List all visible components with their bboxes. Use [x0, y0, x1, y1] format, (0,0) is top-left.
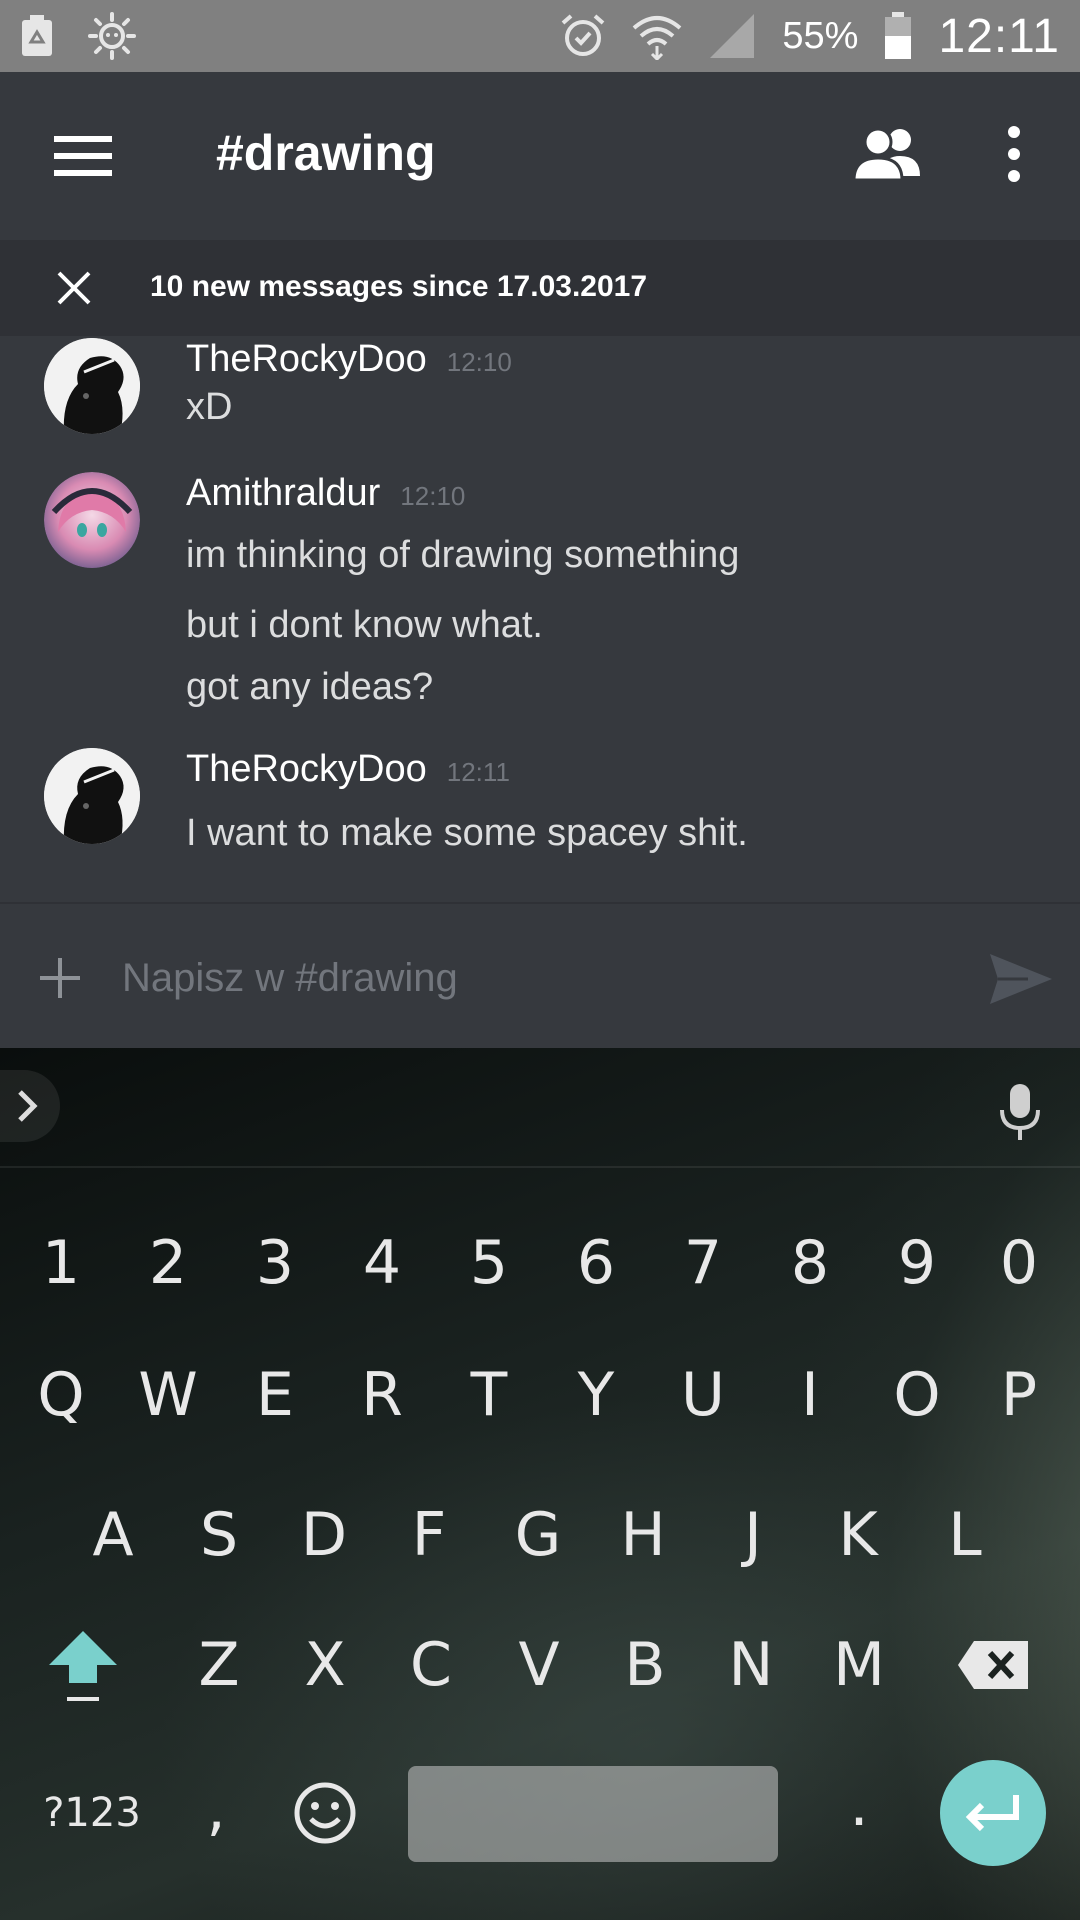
message-text: got any ideas? — [186, 666, 434, 708]
key-3[interactable]: 3 — [222, 1198, 328, 1328]
new-messages-text: 10 new messages since 17.03.2017 — [150, 270, 648, 303]
channel-title: #drawing — [216, 125, 436, 181]
key-m[interactable]: M — [806, 1600, 912, 1730]
key-d[interactable]: D — [271, 1470, 377, 1600]
key-0[interactable]: 0 — [966, 1198, 1072, 1328]
send-icon[interactable] — [988, 952, 1054, 1006]
message-group: Amithraldur 12:10 im thinking of drawing… — [0, 472, 1080, 732]
keyboard-toolbar — [0, 1048, 1080, 1168]
message-text: but i dont know what. — [186, 604, 543, 646]
letter-row-3: Z X C V B N M — [0, 1600, 1080, 1730]
key-l[interactable]: L — [912, 1470, 1018, 1600]
message-group: TheRockyDoo 12:10 xD — [0, 336, 1080, 434]
key-v[interactable]: V — [486, 1600, 592, 1730]
key-1[interactable]: 1 — [8, 1198, 114, 1328]
message-group: TheRockyDoo 12:11 I want to make some sp… — [0, 748, 1080, 888]
wifi-icon — [632, 12, 682, 60]
key-f[interactable]: F — [376, 1470, 482, 1600]
timestamp: 12:11 — [446, 757, 510, 787]
emoji-icon[interactable] — [272, 1748, 378, 1878]
battery-percent: 55% — [782, 14, 859, 57]
key-n[interactable]: N — [698, 1600, 804, 1730]
key-c[interactable]: C — [378, 1600, 484, 1730]
key-e[interactable]: E — [222, 1330, 328, 1460]
key-u[interactable]: U — [650, 1330, 756, 1460]
timestamp: 12:10 — [446, 347, 512, 377]
key-k[interactable]: K — [805, 1470, 911, 1600]
key-2[interactable]: 2 — [115, 1198, 221, 1328]
key-g[interactable]: G — [485, 1470, 591, 1600]
author-name[interactable]: TheRockyDoo — [186, 748, 427, 791]
chevron-right-icon[interactable] — [0, 1070, 60, 1142]
recycle-icon — [20, 14, 54, 58]
comma-key[interactable]: , — [166, 1744, 266, 1874]
avatar[interactable] — [44, 338, 140, 434]
close-icon[interactable] — [56, 270, 92, 306]
alarm-icon — [560, 13, 606, 59]
microphone-icon[interactable] — [998, 1084, 1042, 1142]
avatar[interactable] — [44, 748, 140, 844]
battery-icon — [884, 12, 912, 60]
enter-icon[interactable] — [940, 1760, 1046, 1866]
author-line: Amithraldur 12:10 — [186, 472, 465, 515]
number-row: 1 2 3 4 5 6 7 8 9 0 — [0, 1198, 1080, 1328]
symbols-key[interactable]: ?123 — [32, 1748, 152, 1878]
message-input[interactable] — [120, 940, 940, 1016]
key-q[interactable]: Q — [8, 1330, 114, 1460]
key-6[interactable]: 6 — [543, 1198, 649, 1328]
message-list[interactable]: TheRockyDoo 12:10 xD Amithraldur 12:10 i… — [0, 336, 1080, 902]
key-9[interactable]: 9 — [864, 1198, 970, 1328]
key-s[interactable]: S — [166, 1470, 272, 1600]
author-name[interactable]: Amithraldur — [186, 472, 380, 515]
new-messages-banner[interactable]: 10 new messages since 17.03.2017 — [0, 240, 1080, 336]
message-text: xD — [186, 386, 233, 428]
key-w[interactable]: W — [115, 1330, 221, 1460]
keyboard: 1 2 3 4 5 6 7 8 9 0 Q W E R T Y U I O P … — [0, 1048, 1080, 1920]
key-t[interactable]: T — [436, 1330, 542, 1460]
key-y[interactable]: Y — [543, 1330, 649, 1460]
key-r[interactable]: R — [329, 1330, 435, 1460]
key-a[interactable]: A — [60, 1470, 166, 1600]
status-bar: 55% 12:11 — [0, 0, 1080, 72]
members-icon[interactable] — [852, 124, 922, 184]
shift-icon[interactable] — [30, 1600, 136, 1730]
key-8[interactable]: 8 — [757, 1198, 863, 1328]
add-attachment-icon[interactable] — [38, 956, 82, 1000]
key-z[interactable]: Z — [166, 1600, 272, 1730]
brightness-icon — [88, 12, 136, 60]
signal-icon — [708, 12, 756, 60]
key-o[interactable]: O — [864, 1330, 970, 1460]
avatar[interactable] — [44, 472, 140, 568]
app-bar: #drawing — [0, 72, 1080, 240]
key-5[interactable]: 5 — [436, 1198, 542, 1328]
key-p[interactable]: P — [966, 1330, 1072, 1460]
message-composer — [0, 902, 1080, 1048]
overflow-menu-icon[interactable] — [1000, 124, 1028, 184]
key-7[interactable]: 7 — [650, 1198, 756, 1328]
message-text: im thinking of drawing something — [186, 534, 740, 576]
timestamp: 12:10 — [400, 481, 466, 511]
author-line: TheRockyDoo 12:11 — [186, 748, 510, 791]
period-key[interactable]: . — [806, 1740, 912, 1870]
key-b[interactable]: B — [592, 1600, 698, 1730]
letter-row-2: A S D F G H J K L — [0, 1470, 1080, 1600]
letter-row-1: Q W E R T Y U I O P — [0, 1330, 1080, 1460]
key-x[interactable]: X — [272, 1600, 378, 1730]
menu-icon[interactable] — [54, 134, 112, 178]
author-name[interactable]: TheRockyDoo — [186, 338, 427, 381]
key-4[interactable]: 4 — [329, 1198, 435, 1328]
backspace-icon[interactable] — [940, 1600, 1046, 1730]
space-bar[interactable] — [408, 1766, 778, 1862]
key-h[interactable]: H — [590, 1470, 696, 1600]
message-text: I want to make some spacey shit. — [186, 812, 748, 854]
clock: 12:11 — [938, 9, 1060, 63]
key-i[interactable]: I — [757, 1330, 863, 1460]
author-line: TheRockyDoo 12:10 — [186, 338, 512, 381]
key-j[interactable]: J — [700, 1470, 806, 1600]
